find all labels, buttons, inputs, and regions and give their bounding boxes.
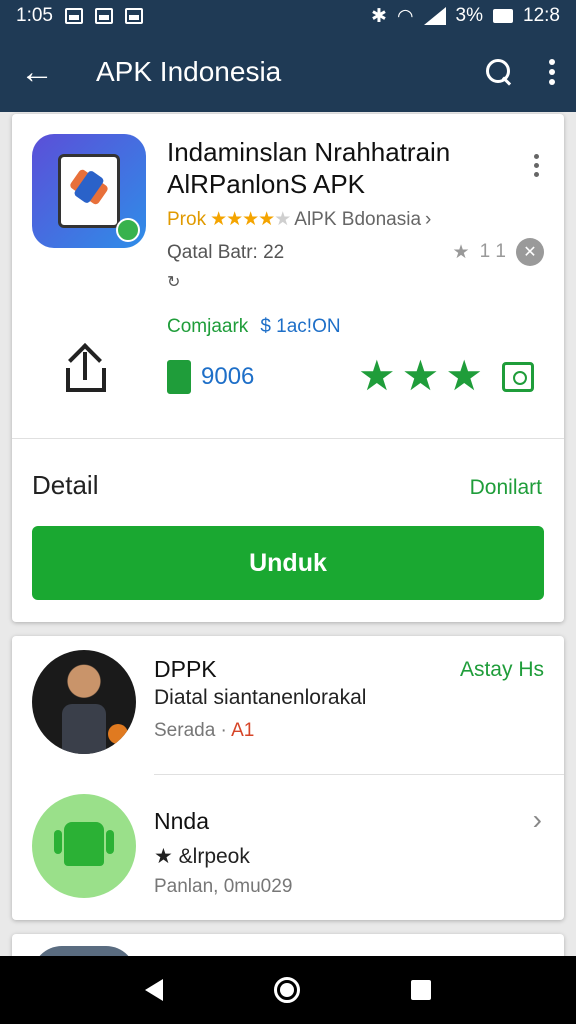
download-count: 9006 [167, 360, 254, 394]
verified-badge-icon [116, 218, 140, 242]
small-rating-stars-icon: ★★★★★ [210, 209, 291, 230]
developer-prefix: Prok [167, 208, 207, 230]
developer-link[interactable]: AlPK Bdonasia [294, 209, 421, 231]
app-icon[interactable] [32, 134, 146, 248]
related-apps-card: DPPK Diatal siantanenlorakal Serada · A1… [12, 636, 564, 920]
chevron-right-icon[interactable]: › [533, 804, 542, 836]
rating-box: ★ 1 1 ✕ [453, 238, 544, 266]
gallery-notification-icon [94, 8, 113, 24]
phone-download-icon [167, 360, 191, 394]
status-bar: 1:05 ✱ ◠ 3% 12:8 [0, 0, 576, 32]
install-button[interactable]: Unduk [32, 526, 544, 600]
chevron-right-icon: › [425, 208, 432, 230]
avatar [32, 650, 136, 754]
wifi-icon: ◠ [396, 5, 414, 27]
mail-notification-icon [124, 8, 143, 24]
rating-value: 1 1 [479, 241, 506, 262]
card-more-icon[interactable] [534, 154, 542, 177]
detail-link[interactable]: Donilart [470, 476, 542, 500]
star-icon[interactable]: ★ [402, 354, 440, 398]
list-item-subtitle: Diatal siantanenlorakal [154, 686, 367, 709]
list-item-meta: Serada · A1 [154, 720, 255, 741]
list-item-meta: Panlan, 0mu029 [154, 876, 293, 897]
nav-back-icon[interactable] [145, 979, 164, 1001]
detail-heading: Detail [32, 470, 99, 500]
search-icon[interactable] [484, 57, 514, 87]
back-arrow-icon[interactable]: ← [20, 53, 64, 92]
developer-row: Prok ★★★★★ AlPK Bdonasia › [167, 208, 431, 231]
category-link[interactable]: Comjaark [167, 316, 248, 338]
size-text: Qatal Batr: 22 [167, 242, 285, 263]
list-item-title: DPPK [154, 656, 217, 682]
download-count-value: 9006 [201, 363, 255, 390]
rating-stars[interactable]: ★ ★ ★ [358, 354, 483, 398]
list-item-subtitle: ★ &lrpeok [154, 845, 250, 868]
star-icon: ★ [452, 241, 470, 263]
screenshot-icon[interactable] [502, 362, 534, 392]
page-title: APK Indonesia [96, 56, 282, 87]
star-icon[interactable]: ★ [445, 354, 483, 398]
status-time: 1:05 [16, 5, 53, 26]
list-item-action[interactable]: Astay Hs [460, 658, 544, 682]
android-app-icon [32, 794, 136, 898]
app-detail-card: Indaminslan Nrahhatrain AlRPanlonS APK P… [12, 114, 564, 622]
app-name: Indaminslan Nrahhatrain AlRPanlonS APK [167, 137, 451, 199]
divider [154, 774, 564, 775]
star-icon[interactable]: ★ [358, 354, 396, 398]
signal-icon [423, 7, 446, 25]
more-vert-icon[interactable] [548, 59, 556, 85]
photo-notification-icon [64, 8, 83, 24]
refresh-icon: ↻ [167, 274, 181, 291]
share-icon[interactable] [62, 343, 110, 394]
close-icon[interactable]: ✕ [516, 238, 544, 266]
nav-home-icon[interactable] [273, 977, 300, 1003]
nav-recents-icon[interactable] [410, 980, 431, 1000]
system-nav-bar [0, 956, 576, 1024]
bluetooth-icon: ✱ [371, 5, 387, 27]
battery-percent: 3% [455, 5, 484, 26]
price-link[interactable]: $ 1ac!ON [260, 316, 340, 338]
link-row: Comjaark $ 1ac!ON [167, 316, 341, 338]
app-bar: ← APK Indonesia [0, 32, 576, 112]
battery-icon [493, 9, 514, 23]
divider [12, 438, 564, 439]
list-item-title: Nnda [154, 808, 209, 834]
status-clock: 12:8 [523, 5, 560, 26]
